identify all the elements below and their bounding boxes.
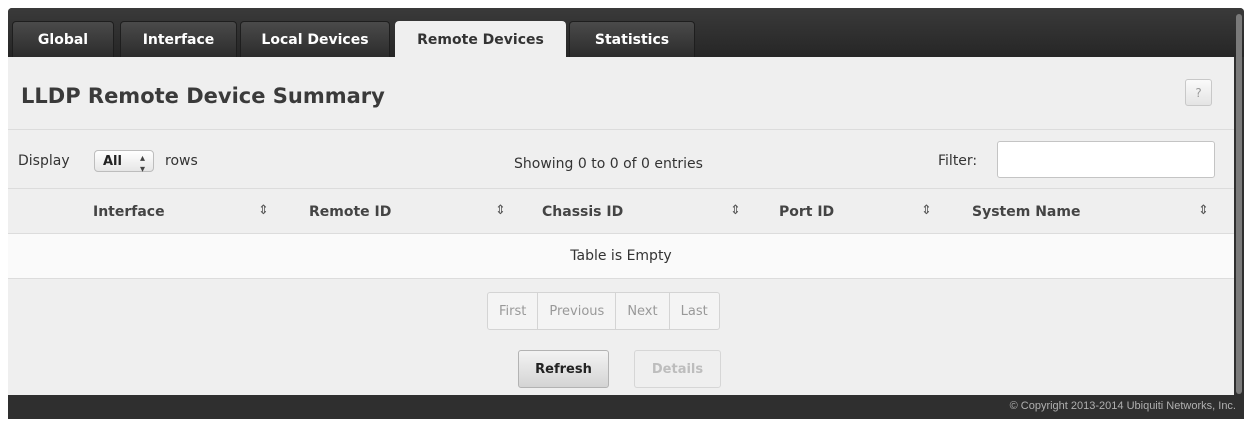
column-header-system-name[interactable]: System Name	[972, 204, 1080, 220]
sort-icon[interactable]: ⇕	[495, 203, 506, 218]
pagination: First Previous Next Last	[487, 292, 720, 330]
column-header-chassis-id[interactable]: Chassis ID	[542, 204, 623, 220]
table-empty-row: Table is Empty	[8, 233, 1234, 279]
select-arrows-icon: ▴ ▾	[139, 153, 145, 175]
page-title: LLDP Remote Device Summary	[21, 84, 385, 108]
page-next-button[interactable]: Next	[616, 293, 670, 329]
sort-icon[interactable]: ⇕	[730, 203, 741, 218]
page-previous-button[interactable]: Previous	[538, 293, 617, 329]
scrollbar[interactable]	[1236, 14, 1242, 394]
tab-remote-devices[interactable]: Remote Devices	[395, 21, 566, 57]
sort-icon[interactable]: ⇕	[258, 203, 269, 218]
tab-statistics[interactable]: Statistics	[569, 21, 695, 57]
sort-icon[interactable]: ⇕	[921, 203, 932, 218]
display-label: Display	[18, 153, 70, 169]
divider	[8, 129, 1234, 130]
rows-select-value: All	[103, 153, 122, 169]
footer: © Copyright 2013-2014 Ubiquiti Networks,…	[8, 395, 1244, 419]
page-last-button[interactable]: Last	[670, 293, 719, 329]
column-header-port-id[interactable]: Port ID	[779, 204, 834, 220]
tab-global[interactable]: Global	[12, 21, 114, 57]
empty-message: Table is Empty	[570, 248, 672, 264]
column-header-remote-id[interactable]: Remote ID	[309, 204, 391, 220]
filter-input[interactable]	[997, 141, 1215, 178]
sort-icon[interactable]: ⇕	[1198, 203, 1209, 218]
main-panel: LLDP Remote Device Summary ? Display All…	[8, 57, 1234, 395]
window-frame: Global Interface Local Devices Remote De…	[8, 8, 1244, 419]
page-first-button[interactable]: First	[488, 293, 539, 329]
refresh-button[interactable]: Refresh	[518, 350, 609, 388]
rows-per-page-select[interactable]: All ▴ ▾	[94, 150, 154, 175]
tab-local-devices[interactable]: Local Devices	[240, 21, 390, 57]
entries-info: Showing 0 to 0 of 0 entries	[514, 156, 703, 172]
tab-interface[interactable]: Interface	[120, 21, 237, 57]
table-header: Interface ⇕ Remote ID ⇕ Chassis ID ⇕ Por…	[8, 188, 1234, 232]
help-button[interactable]: ?	[1185, 79, 1212, 106]
filter-label: Filter:	[938, 153, 978, 169]
column-header-interface[interactable]: Interface	[93, 204, 165, 220]
copyright-text: © Copyright 2013-2014 Ubiquiti Networks,…	[1009, 400, 1236, 412]
rows-label: rows	[165, 153, 198, 169]
details-button[interactable]: Details	[634, 350, 721, 388]
tab-bar: Global Interface Local Devices Remote De…	[8, 8, 1244, 57]
